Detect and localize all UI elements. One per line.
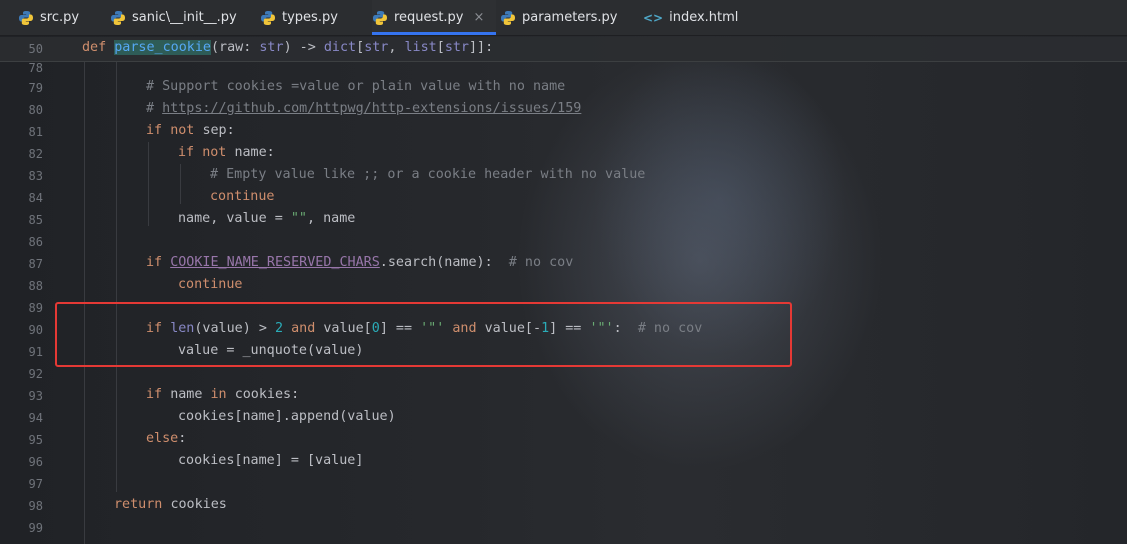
constant-link[interactable]: COOKIE_NAME_RESERVED_CHARS	[170, 255, 380, 270]
tab-label: index.html	[669, 10, 739, 25]
sticky-scroll-header[interactable]: 50 def parse_cookie(raw: str) -> dict[st…	[0, 37, 1127, 62]
code-line: continue	[178, 277, 243, 292]
code-line: cookies[name] = [value]	[178, 453, 364, 468]
line-number: 92	[28, 367, 43, 381]
line-number: 82	[28, 147, 43, 161]
tab-label: sanic\__init__.py	[132, 10, 237, 25]
tab-label: parameters.py	[522, 10, 618, 25]
tab-parameters-py[interactable]: parameters.py	[496, 0, 643, 35]
python-icon	[373, 10, 387, 25]
editor-tab-bar: src.py sanic\__init__.py types.py reques…	[0, 0, 1127, 36]
tab-request-py[interactable]: request.py ×	[372, 0, 496, 35]
line-number: 97	[28, 477, 43, 491]
python-icon	[261, 10, 275, 25]
line-number: 96	[28, 455, 43, 469]
code-line: # Empty value like ;; or a cookie header…	[210, 167, 646, 182]
python-icon	[501, 10, 515, 25]
html-icon: <>	[643, 10, 664, 25]
code-line: name, value = "", name	[178, 211, 356, 226]
line-number: 78	[28, 61, 43, 75]
python-icon	[19, 10, 33, 25]
indent-guide	[180, 164, 181, 204]
line-number: 85	[28, 213, 43, 227]
line-number: 89	[28, 301, 43, 315]
line-number: 87	[28, 257, 43, 271]
line-number: 83	[28, 169, 43, 183]
line-number: 50	[28, 42, 43, 56]
tab-src-py[interactable]: src.py	[0, 0, 110, 35]
tab-label: request.py	[394, 10, 464, 25]
code-line: else:	[146, 431, 187, 446]
line-number: 84	[28, 191, 43, 205]
line-number: 81	[28, 125, 43, 139]
line-number: 88	[28, 279, 43, 293]
line-number: 94	[28, 411, 43, 425]
tab-index-html[interactable]: <> index.html	[643, 0, 763, 35]
line-number: 90	[28, 323, 43, 337]
github-issue-link[interactable]: https://github.com/httpwg/http-extension…	[162, 101, 581, 116]
code-line: if name in cookies:	[146, 387, 300, 402]
sticky-function-signature: def parse_cookie(raw: str) -> dict[str, …	[82, 40, 494, 55]
line-number: 80	[28, 103, 43, 117]
line-number: 98	[28, 499, 43, 513]
line-number: 93	[28, 389, 43, 403]
code-line: if COOKIE_NAME_RESERVED_CHARS.search(nam…	[146, 255, 574, 270]
code-line: if not sep:	[146, 123, 235, 138]
code-line: cookies[name].append(value)	[178, 409, 396, 424]
python-icon	[111, 10, 125, 25]
code-line: if not name:	[178, 145, 275, 160]
tab-label: src.py	[40, 10, 80, 25]
code-line: continue	[210, 189, 275, 204]
line-number: 95	[28, 433, 43, 447]
tab-label: types.py	[282, 10, 338, 25]
line-number: 99	[28, 521, 43, 535]
tab-sanic-init[interactable]: sanic\__init__.py	[110, 0, 260, 35]
line-number: 79	[28, 81, 43, 95]
close-icon[interactable]: ×	[474, 10, 485, 25]
indent-guide	[148, 142, 149, 226]
tab-types-py[interactable]: types.py	[260, 0, 372, 35]
code-line: return cookies	[114, 497, 227, 512]
code-line: # https://github.com/httpwg/http-extensi…	[146, 101, 582, 116]
code-line: # Support cookies =value or plain value …	[146, 79, 566, 94]
ide-window: src.py sanic\__init__.py types.py reques…	[0, 0, 1127, 544]
indent-guide	[116, 62, 117, 492]
annotation-highlight-box	[55, 302, 792, 367]
line-number: 86	[28, 235, 43, 249]
line-number: 91	[28, 345, 43, 359]
